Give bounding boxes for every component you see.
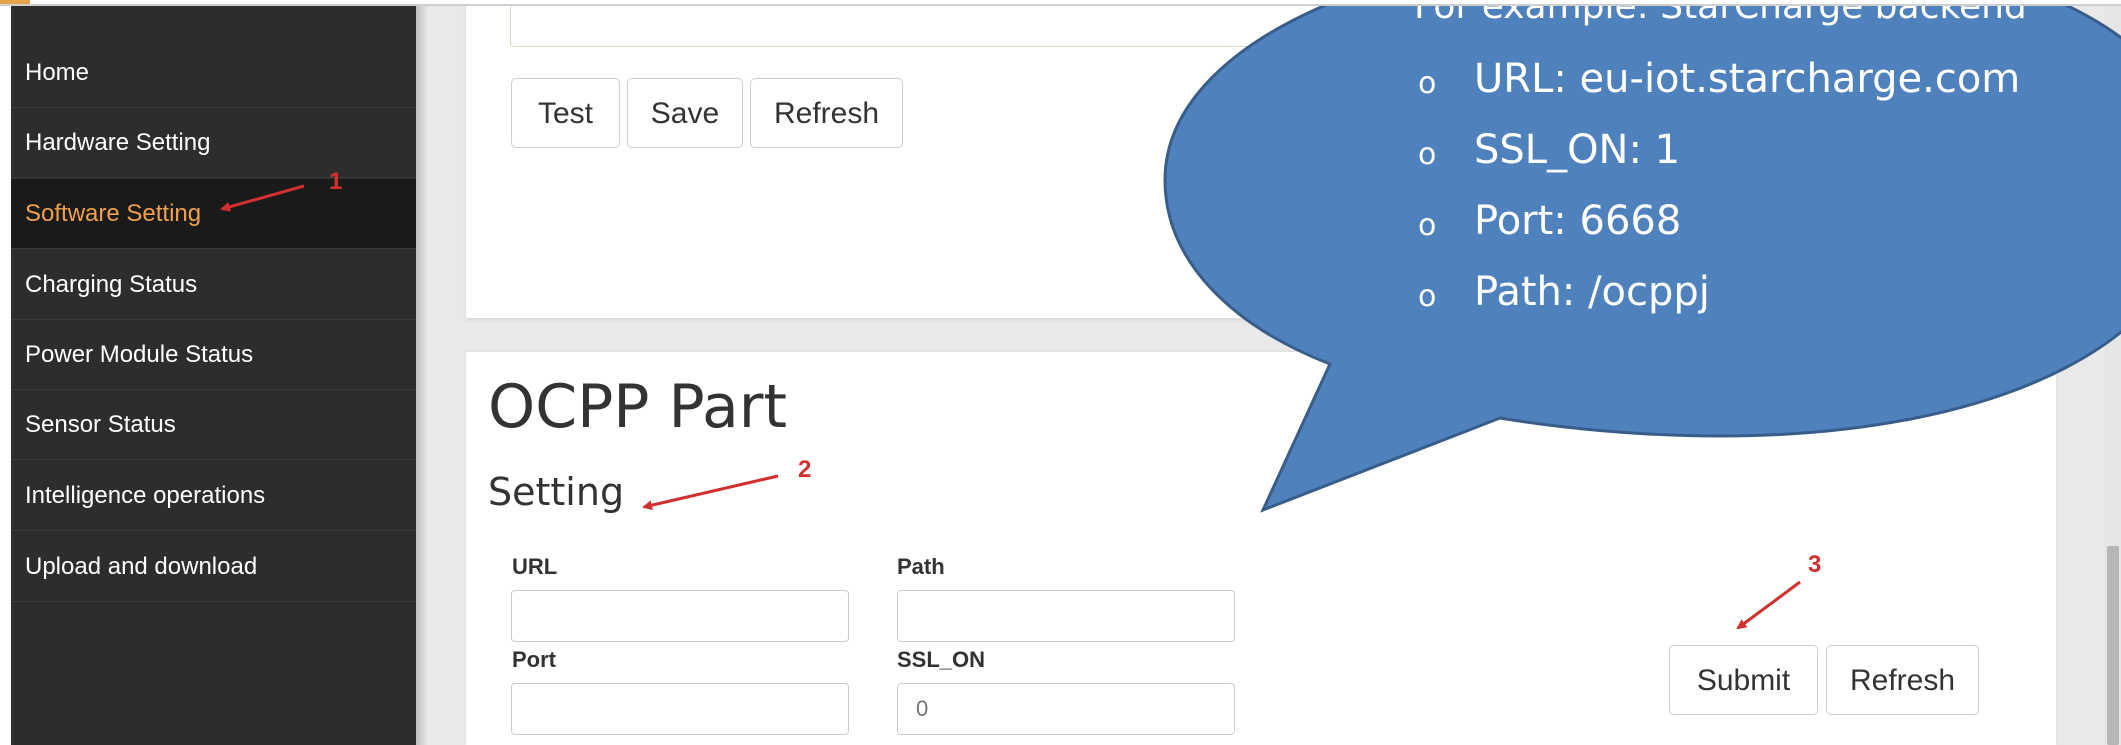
sidebar-shadow xyxy=(416,0,428,745)
url-label: URL xyxy=(512,554,558,579)
scrollbar-thumb[interactable] xyxy=(2107,546,2119,745)
sidebar-item-power-module-status[interactable]: Power Module Status xyxy=(11,320,416,390)
callout-bullet-icon: o xyxy=(1418,137,1437,172)
sidebar-item-charging-status[interactable]: Charging Status xyxy=(11,250,416,320)
submit-button[interactable]: Submit xyxy=(1669,645,1818,715)
port-input[interactable] xyxy=(511,683,849,735)
ssl-on-input[interactable] xyxy=(897,683,1235,735)
sidebar-item-intelligence-operations[interactable]: Intelligence operations xyxy=(11,461,416,531)
sidebar-item-upload-and-download[interactable]: Upload and download xyxy=(11,532,416,602)
callout-bullet-icon: o xyxy=(1418,208,1437,243)
sidebar-item-hardware-setting[interactable]: Hardware Setting xyxy=(11,108,416,178)
sidebar-item-software-setting[interactable]: Software Setting xyxy=(11,179,416,249)
top-accent xyxy=(0,0,30,4)
sidebar-item-sensor-status[interactable]: Sensor Status xyxy=(11,390,416,460)
sidebar-item-home[interactable]: Home xyxy=(11,38,416,108)
port-label: Port xyxy=(512,647,556,672)
top-border xyxy=(0,0,2121,6)
ssl-on-label: SSL_ON xyxy=(897,647,986,672)
annotation-number-3: 3 xyxy=(1808,551,1822,578)
sidebar: Home Hardware Setting Software Setting C… xyxy=(11,0,416,745)
callout-item-ssl: SSL_ON: 1 xyxy=(1474,127,1681,173)
setting-subtitle: Setting xyxy=(488,470,625,514)
callout-bullet-icon: o xyxy=(1418,66,1437,101)
left-strip xyxy=(0,0,11,745)
annotation-number-1: 1 xyxy=(329,168,343,195)
top-refresh-button[interactable]: Refresh xyxy=(750,78,903,148)
path-label: Path xyxy=(897,554,945,579)
callout-item-port: Port: 6668 xyxy=(1474,198,1682,244)
path-input[interactable] xyxy=(897,590,1235,642)
callout-bullet-icon: o xyxy=(1418,279,1437,314)
annotation-number-2: 2 xyxy=(798,456,812,483)
save-button[interactable]: Save xyxy=(627,78,743,148)
page-title: OCPP Part xyxy=(488,372,788,442)
callout-item-path: Path: /ocppj xyxy=(1474,269,1710,315)
url-input[interactable] xyxy=(511,590,849,642)
callout-item-url: URL: eu-iot.starcharge.com xyxy=(1474,56,2021,102)
test-button[interactable]: Test xyxy=(511,78,620,148)
previous-settings-panel xyxy=(466,0,2056,318)
ocpp-refresh-button[interactable]: Refresh xyxy=(1826,645,1979,715)
